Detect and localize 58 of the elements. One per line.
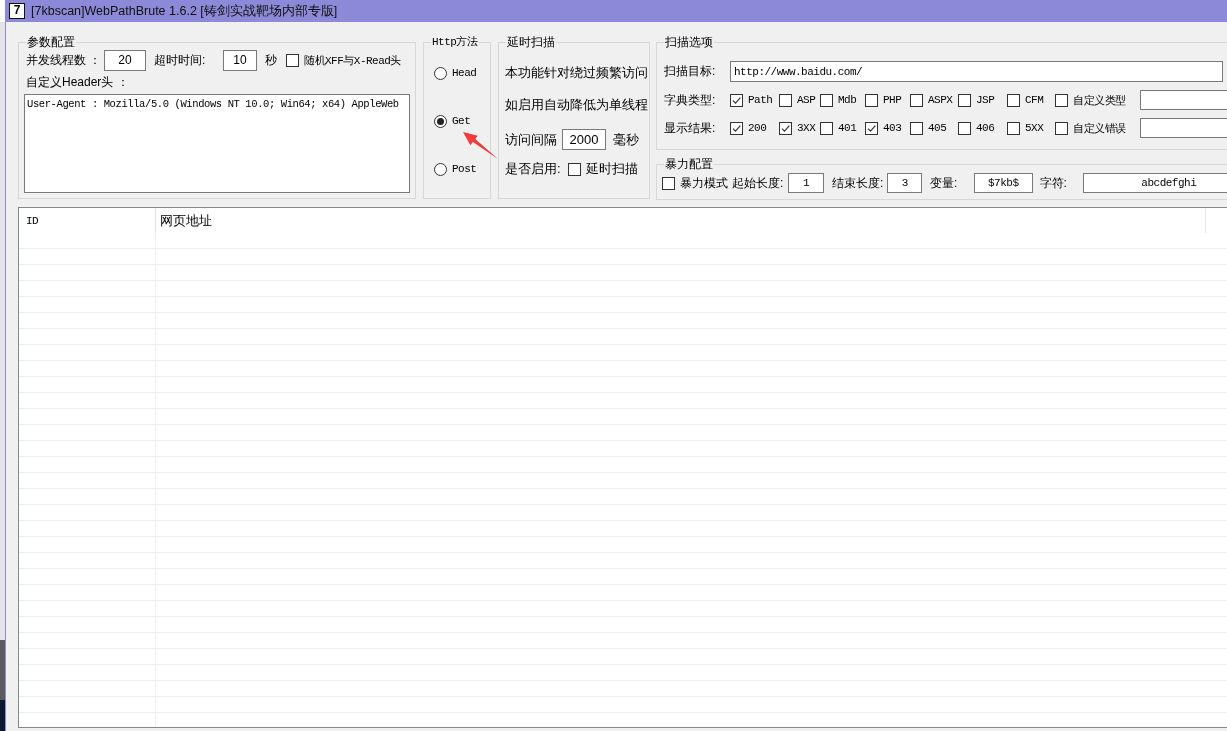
interval-field[interactable]: 2000	[562, 129, 606, 150]
result-filter-checkbox[interactable]: 403	[865, 121, 910, 135]
start-length-label: 起始长度:	[731, 174, 785, 192]
group-title: 扫描选项	[664, 35, 714, 49]
window-title: [7kbscan]WebPathBrute 1.6.2 [铸剑实战靶场内部专版]	[31, 2, 338, 20]
dict-type-checkbox[interactable]: Mdb	[820, 93, 865, 107]
variable-field[interactable]: $7kb$	[974, 173, 1033, 193]
dict-type-checkbox[interactable]: CFM	[1007, 93, 1055, 107]
brute-mode-checkbox[interactable]: 暴力模式	[662, 174, 728, 192]
result-filter-checkbox[interactable]: 406	[958, 121, 1007, 135]
variable-label: 变量:	[929, 174, 959, 192]
dict-type-label: 字典类型:	[664, 91, 717, 109]
method-radio[interactable]: Head	[434, 65, 490, 81]
threads-field[interactable]: 20	[104, 49, 146, 71]
charset-label: 字符:	[1039, 174, 1068, 192]
dict-type-checkbox[interactable]: ASPX	[910, 93, 958, 107]
end-length-field[interactable]: 3	[887, 173, 922, 193]
timeout-label: 超时时间:	[154, 51, 207, 69]
result-filter-checkbox[interactable]: 405	[910, 121, 958, 135]
group-title: 暴力配置	[664, 157, 714, 171]
group-title: 延时扫描	[506, 35, 556, 49]
dict-type-checkbox[interactable]: ASP	[779, 93, 820, 107]
threads-label: 并发线程数 ：	[25, 51, 103, 69]
column-header[interactable]: ID	[19, 208, 156, 233]
description-text: 本功能针对绕过频繁访问	[505, 65, 649, 81]
group-title: 参数配置	[26, 35, 76, 49]
header-textarea[interactable]: User-Agent : Mozilla/5.0 (Windows NT 10.0; Win64; x64) AppleWeb	[24, 94, 410, 193]
enable-label: 是否启用:	[505, 160, 562, 178]
xff-checkbox[interactable]: 随机XFF与X-Read头	[286, 52, 401, 68]
target-label: 扫描目标:	[664, 63, 717, 80]
unit-label: 毫秒	[613, 130, 639, 149]
result-filter-checkbox[interactable]: 401	[820, 121, 865, 135]
header-label: 自定义Header头 ：	[25, 74, 130, 90]
result-filter-checkbox[interactable]: 5XX	[1007, 121, 1055, 135]
interval-label: 访问间隔	[505, 130, 558, 149]
method-radio[interactable]: Post	[434, 161, 490, 177]
app-logo: 7	[9, 3, 25, 19]
group-title: Http方法	[431, 35, 479, 49]
delay-scan-checkbox[interactable]: 延时扫描	[568, 160, 638, 178]
results-label: 显示结果:	[664, 119, 717, 137]
charset-field[interactable]: abcdefghi	[1082, 173, 1227, 193]
result-filter-checkbox[interactable]: 200	[730, 121, 779, 135]
start-length-field[interactable]: 1	[788, 173, 824, 193]
custom-type-field[interactable]	[1140, 90, 1227, 110]
result-filter-checkbox[interactable]: 自定义错误	[1055, 120, 1140, 136]
dict-type-checkbox[interactable]: JSP	[958, 93, 1007, 107]
end-length-label: 结束长度:	[831, 174, 885, 192]
method-radio[interactable]: Get	[434, 113, 490, 129]
result-filter-checkbox[interactable]: 3XX	[779, 121, 820, 135]
dict-type-checkbox[interactable]: 自定义类型	[1055, 92, 1140, 108]
unit-label: 秒	[265, 51, 278, 69]
timeout-field[interactable]: 10	[223, 49, 257, 71]
target-field[interactable]: http://www.baidu.com/	[730, 61, 1223, 82]
dict-type-checkbox[interactable]: Path	[730, 93, 779, 107]
dict-type-checkbox[interactable]: PHP	[865, 93, 910, 107]
custom-error-field[interactable]	[1140, 118, 1227, 138]
description-text: 如启用自动降低为单线程	[505, 97, 649, 113]
column-header[interactable]: 网页地址	[156, 208, 1206, 233]
